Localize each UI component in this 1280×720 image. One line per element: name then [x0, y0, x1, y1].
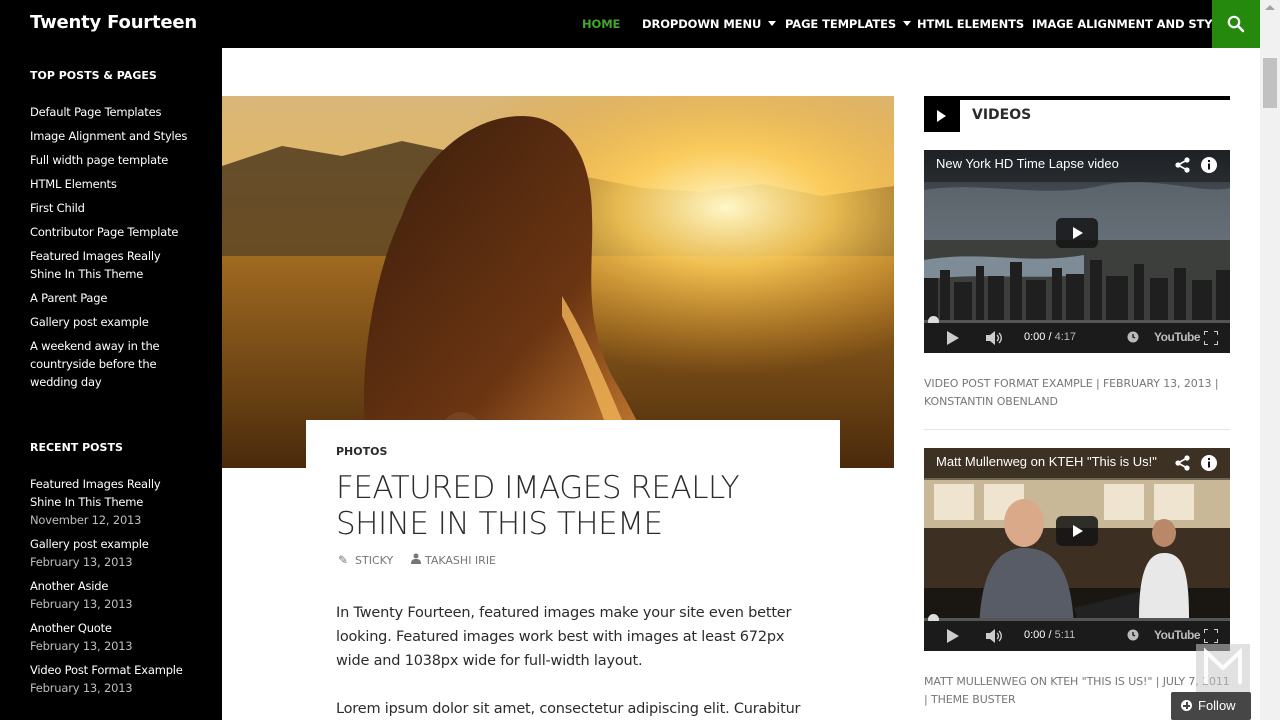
play-icon[interactable]: [946, 331, 960, 345]
top-post-link[interactable]: A Parent Page: [30, 289, 195, 307]
nav-dropdown-menu[interactable]: DROPDOWN MENU: [642, 17, 777, 31]
scroll-up-arrow-icon[interactable]: [1265, 5, 1275, 10]
info-icon[interactable]: [1200, 156, 1218, 174]
video-time: 0:00 / 4:17: [1024, 331, 1077, 343]
search-icon: [1227, 15, 1245, 33]
duration: 5:11: [1054, 629, 1076, 641]
page-scrollbar[interactable]: [1260, 0, 1280, 720]
watch-later-icon[interactable]: [1127, 331, 1139, 343]
post-category[interactable]: PHOTOS: [336, 445, 387, 458]
top-post-link[interactable]: A weekend away in the countryside before…: [30, 337, 160, 391]
nav-page-templates[interactable]: PAGE TEMPLATES: [785, 17, 912, 31]
video-control-bar: 0:00 / 5:11 YouTube: [924, 621, 1230, 651]
post-paragraph: Lorem ipsum dolor sit amet, consectetur …: [336, 701, 801, 717]
follow-label: Follow: [1198, 698, 1236, 713]
scroll-thumb[interactable]: [1263, 58, 1277, 108]
volume-icon[interactable]: [986, 629, 1004, 643]
recent-post-link[interactable]: Another Quote: [30, 619, 195, 637]
info-icon[interactable]: [1200, 454, 1218, 472]
video-title[interactable]: New York HD Time Lapse video: [936, 156, 1119, 171]
videos-widget-title: VIDEOS: [972, 107, 1032, 123]
watch-later-icon[interactable]: [1127, 629, 1139, 641]
fullscreen-icon[interactable]: [1204, 331, 1218, 345]
video-post-meta[interactable]: VIDEO POST FORMAT EXAMPLE | FEBRUARY 13,…: [924, 375, 1230, 411]
site-title[interactable]: Twenty Fourteen: [30, 12, 197, 33]
nav-html-elements[interactable]: HTML ELEMENTS: [917, 17, 1024, 31]
recent-post-date: February 13, 2013: [30, 639, 133, 653]
video-format-icon: [924, 100, 960, 132]
current-time: 0:00: [1024, 629, 1046, 641]
play-icon: [1073, 227, 1083, 239]
plus-icon: [1181, 700, 1192, 711]
top-post-link[interactable]: Contributor Page Template: [30, 223, 195, 241]
top-post-link[interactable]: HTML Elements: [30, 175, 195, 193]
follow-button[interactable]: Follow: [1171, 692, 1251, 720]
site-header: Twenty Fourteen HOME DROPDOWN MENU PAGE …: [0, 0, 1260, 48]
nav-dropdown-menu-label: DROPDOWN MENU: [642, 17, 762, 31]
entry-header-box: [306, 420, 840, 720]
recent-post-link[interactable]: Video Post Format Example: [30, 661, 195, 679]
post-title[interactable]: FEATURED IMAGES REALLY SHINE IN THIS THE…: [336, 470, 816, 542]
video-player[interactable]: New York HD Time Lapse video 0:00 / 4:17…: [924, 150, 1230, 353]
duration: 4:17: [1054, 331, 1077, 343]
widget-divider: [924, 429, 1230, 430]
top-post-link[interactable]: Full width page template: [30, 151, 195, 169]
nav-home[interactable]: HOME: [582, 17, 620, 31]
recent-posts-title: RECENT POSTS: [30, 441, 123, 454]
recent-post-link[interactable]: Gallery post example: [30, 535, 195, 553]
video-player[interactable]: Matt Mullenweg on KTEH "This is Us!" 0:0…: [924, 448, 1230, 651]
youtube-logo-icon[interactable]: YouTube: [1154, 628, 1201, 642]
play-button[interactable]: [1056, 516, 1098, 546]
pin-icon: ✎: [338, 553, 349, 567]
top-post-link[interactable]: Gallery post example: [30, 313, 195, 331]
recent-post-link[interactable]: Another Aside: [30, 577, 195, 595]
user-icon: [411, 553, 421, 567]
post-author[interactable]: TAKASHI IRIE: [425, 554, 496, 567]
fullscreen-icon[interactable]: [1204, 629, 1218, 643]
play-icon: [1073, 525, 1083, 537]
videos-widget-header: VIDEOS: [924, 96, 1230, 132]
video-control-bar: 0:00 / 4:17 YouTube: [924, 323, 1230, 353]
nav-image-alignment[interactable]: IMAGE ALIGNMENT AND STYLES: [1032, 17, 1236, 31]
chevron-down-icon: [903, 21, 912, 26]
current-time: 0:00: [1024, 331, 1046, 343]
search-button[interactable]: [1212, 0, 1260, 48]
top-posts-title: TOP POSTS & PAGES: [30, 69, 157, 82]
chevron-down-icon: [768, 21, 777, 26]
top-post-link[interactable]: Featured Images Really Shine In This The…: [30, 247, 195, 283]
video-title[interactable]: Matt Mullenweg on KTEH "This is Us!": [936, 454, 1157, 469]
top-post-link[interactable]: Image Alignment and Styles: [30, 127, 195, 145]
nav-page-templates-label: PAGE TEMPLATES: [785, 17, 897, 31]
post-paragraph: In Twenty Fourteen, featured images make…: [336, 605, 792, 669]
top-post-link[interactable]: First Child: [30, 199, 195, 217]
share-icon[interactable]: [1174, 156, 1192, 174]
watermark-logo-icon: [1196, 644, 1250, 692]
play-button[interactable]: [1056, 218, 1098, 248]
share-icon[interactable]: [1174, 454, 1192, 472]
recent-post-date: November 12, 2013: [30, 513, 142, 527]
volume-icon[interactable]: [986, 331, 1004, 345]
youtube-logo-icon[interactable]: YouTube: [1154, 330, 1201, 344]
top-post-link[interactable]: Default Page Templates: [30, 103, 195, 121]
recent-post-date: February 13, 2013: [30, 597, 133, 611]
recent-post-link[interactable]: Featured Images Really Shine In This The…: [30, 475, 195, 511]
recent-post-date: February 13, 2013: [30, 681, 133, 695]
recent-post-date: February 13, 2013: [30, 555, 133, 569]
sticky-label[interactable]: STICKY: [355, 554, 393, 567]
video-time: 0:00 / 5:11: [1024, 629, 1076, 641]
featured-image[interactable]: [222, 96, 894, 468]
play-icon[interactable]: [946, 629, 960, 643]
